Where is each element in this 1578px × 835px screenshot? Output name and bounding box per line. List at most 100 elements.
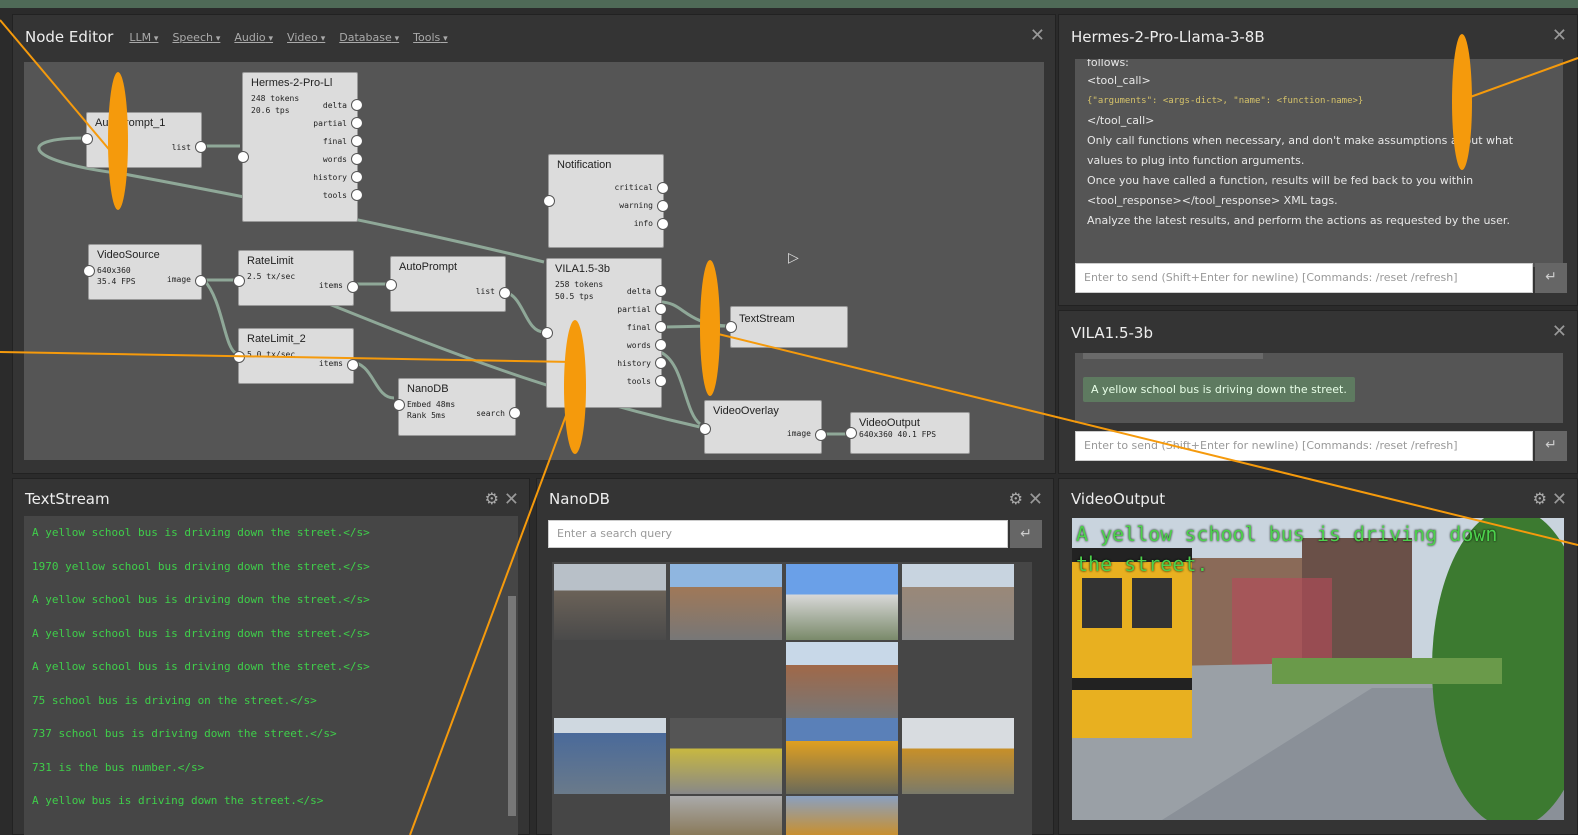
result-thumbnail[interactable]: [902, 718, 1014, 794]
output-port[interactable]: [657, 218, 669, 230]
input-port[interactable]: [233, 351, 245, 363]
output-port[interactable]: [347, 281, 359, 293]
node-title: Hermes-2-Pro-Ll: [251, 77, 333, 89]
node-textstream[interactable]: TextStream: [725, 306, 848, 348]
result-thumbnail[interactable]: [786, 796, 898, 835]
output-port[interactable]: [655, 357, 667, 369]
output-port[interactable]: [195, 275, 207, 287]
scrollbar[interactable]: [508, 596, 516, 816]
node-title: TextStream: [739, 313, 795, 325]
chat-line: values to plug into function arguments.: [1087, 154, 1305, 167]
menu-llm[interactable]: LLM: [129, 31, 158, 44]
close-icon[interactable]: ✕: [1030, 25, 1045, 46]
nanodb-search-input[interactable]: Enter a search query: [548, 520, 1008, 548]
stream-line: A yellow school bus is driving down the …: [32, 660, 370, 673]
result-thumbnail[interactable]: [902, 564, 1014, 640]
result-thumbnail[interactable]: [786, 718, 898, 794]
output-port[interactable]: [657, 200, 669, 212]
node-title: VideoSource: [97, 249, 160, 261]
output-port[interactable]: [815, 429, 827, 441]
node-notification[interactable]: Notification critical warning info: [543, 154, 669, 248]
menu-database[interactable]: Database: [339, 31, 399, 44]
output-port[interactable]: [347, 359, 359, 371]
send-button[interactable]: ↵: [1535, 263, 1567, 293]
node-hermes[interactable]: Hermes-2-Pro-Ll 248 tokens 20.6 tps delt…: [237, 72, 363, 222]
result-thumbnail[interactable]: [554, 564, 666, 640]
hermes-chat-log[interactable]: follows: <tool_call> {"arguments": <args…: [1075, 59, 1563, 267]
input-port[interactable]: [385, 279, 397, 291]
node-ratelimit[interactable]: RateLimit 2.5 tx/sec items: [233, 250, 359, 306]
node-nanodb[interactable]: NanoDB Embed 48ms Rank 5ms search: [393, 378, 521, 436]
nanodb-title: NanoDB: [549, 490, 610, 508]
result-thumbnail[interactable]: [554, 718, 666, 794]
output-port[interactable]: [195, 141, 207, 153]
send-button[interactable]: ↵: [1535, 431, 1567, 461]
input-port[interactable]: [699, 423, 711, 435]
result-thumbnail[interactable]: [670, 564, 782, 640]
output-port[interactable]: [655, 375, 667, 387]
nanodb-results[interactable]: [552, 562, 1032, 835]
output-port[interactable]: [351, 171, 363, 183]
menu-video[interactable]: Video: [287, 31, 325, 44]
vila-chat-input[interactable]: Enter to send (Shift+Enter for newline) …: [1075, 431, 1533, 461]
result-thumbnail[interactable]: [786, 642, 898, 718]
input-port[interactable]: [845, 427, 857, 439]
close-icon[interactable]: ✕: [1028, 489, 1043, 510]
overlay-caption-line1: A yellow school bus is driving down: [1076, 522, 1498, 546]
node-editor-title: Node Editor: [25, 28, 114, 46]
vila-header: VILA1.5-3b ✕: [1059, 311, 1577, 355]
port-label: partial: [313, 119, 347, 128]
output-port[interactable]: [655, 321, 667, 333]
result-thumbnail[interactable]: [786, 564, 898, 640]
input-port[interactable]: [541, 327, 553, 339]
menu-speech[interactable]: Speech: [172, 31, 220, 44]
annotation-marker: [1452, 34, 1472, 170]
result-thumbnail[interactable]: [670, 796, 782, 835]
menu-audio[interactable]: Audio: [234, 31, 273, 44]
input-port[interactable]: [83, 265, 95, 277]
output-port[interactable]: [351, 99, 363, 111]
close-icon[interactable]: ✕: [1552, 489, 1567, 510]
result-thumbnail[interactable]: [670, 718, 782, 794]
node-canvas[interactable]: AutoPrompt_1 list Hermes-2-Pro-Ll 248 to…: [24, 62, 1044, 460]
output-port[interactable]: [657, 182, 669, 194]
output-port[interactable]: [655, 285, 667, 297]
gear-icon[interactable]: ⚙: [1533, 489, 1547, 508]
output-port[interactable]: [655, 303, 667, 315]
input-port[interactable]: [393, 399, 405, 411]
gear-icon[interactable]: ⚙: [1009, 489, 1023, 508]
input-port[interactable]: [543, 195, 555, 207]
node-videooutput[interactable]: VideoOutput 640x360 40.1 FPS: [845, 412, 970, 454]
port-label: words: [626, 341, 651, 350]
output-port[interactable]: [655, 339, 667, 351]
node-videooverlay[interactable]: VideoOverlay image: [699, 400, 827, 454]
input-port[interactable]: [237, 151, 249, 163]
output-port[interactable]: [351, 135, 363, 147]
menu-tools[interactable]: Tools: [413, 31, 448, 44]
node-ratelimit-2[interactable]: RateLimit_2 5.0 tx/sec items: [233, 328, 359, 384]
port-label: critical: [614, 183, 653, 192]
close-icon[interactable]: ✕: [1552, 25, 1567, 46]
output-port[interactable]: [509, 407, 521, 419]
close-icon[interactable]: ✕: [504, 489, 519, 510]
port-label: tools: [626, 377, 651, 386]
node-autoprompt[interactable]: AutoPrompt list: [385, 256, 511, 312]
close-icon[interactable]: ✕: [1552, 321, 1567, 342]
node-title: RateLimit_2: [247, 333, 306, 345]
textstream-log[interactable]: A yellow school bus is driving down the …: [24, 516, 518, 835]
gear-icon[interactable]: ⚙: [485, 489, 499, 508]
input-port[interactable]: [233, 275, 245, 287]
node-videosource[interactable]: VideoSource 640x360 35.4 FPS image: [83, 244, 207, 300]
hermes-chat-input[interactable]: Enter to send (Shift+Enter for newline) …: [1075, 263, 1533, 293]
search-button[interactable]: ↵: [1010, 520, 1042, 548]
output-port[interactable]: [351, 153, 363, 165]
output-port[interactable]: [351, 189, 363, 201]
input-port[interactable]: [725, 321, 737, 333]
nanodb-header: NanoDB ⚙ ✕: [537, 479, 1053, 519]
node-autoprompt-1[interactable]: AutoPrompt_1 list: [81, 112, 207, 168]
chat-line: <tool_response></tool_response> XML tags…: [1087, 194, 1338, 207]
output-port[interactable]: [351, 117, 363, 129]
annotation-marker: [108, 72, 128, 210]
input-port[interactable]: [81, 133, 93, 145]
output-port[interactable]: [499, 287, 511, 299]
